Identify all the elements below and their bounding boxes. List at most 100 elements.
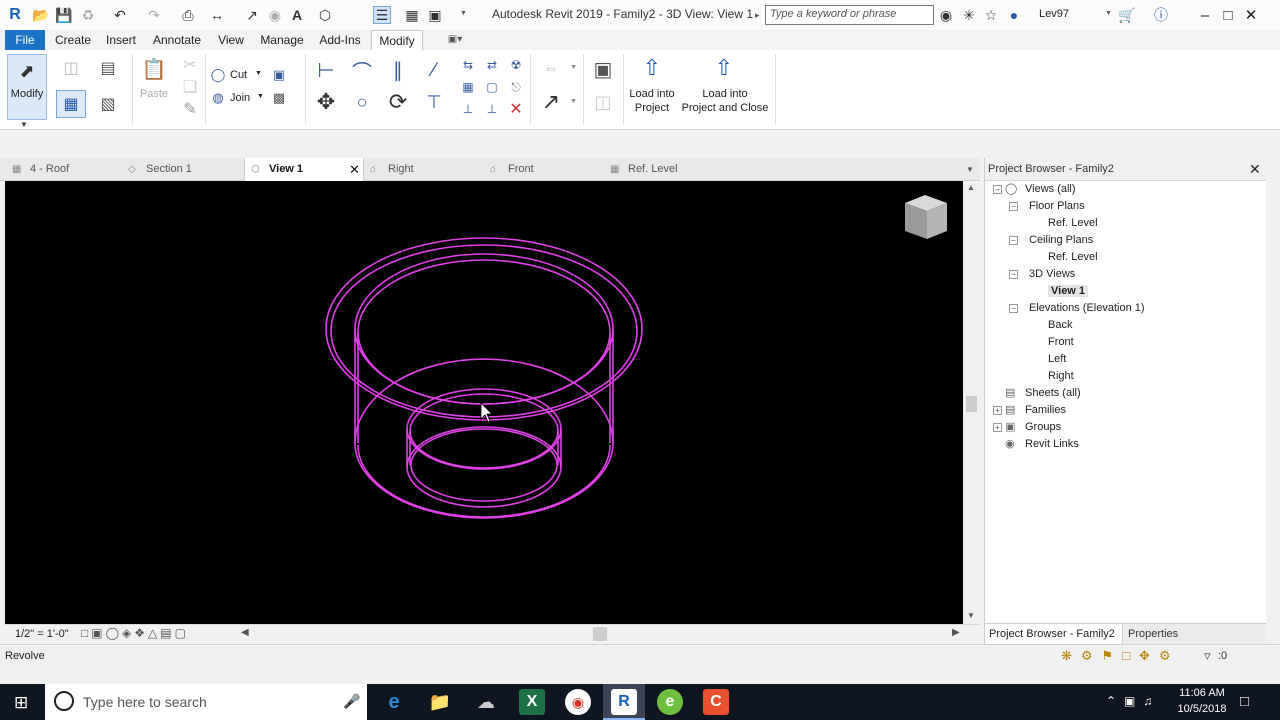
maximize-button[interactable]: □ (1216, 4, 1240, 26)
load-into-project-icon[interactable]: ⇧ (637, 53, 667, 83)
trim-single-icon[interactable]: ⊥ (458, 100, 478, 118)
favorites-star-icon[interactable]: ☆ (982, 6, 1000, 24)
system-tray-icons[interactable]: ⌃▣♫ (1106, 694, 1160, 708)
subscription-icon[interactable]: ✳ (960, 6, 978, 24)
revolve-geometry[interactable] (5, 181, 963, 624)
view-scale[interactable]: 1/2" = 1'-0" (15, 628, 69, 640)
customize-qat-icon[interactable]: ▼ (460, 10, 467, 17)
align-icon[interactable]: ⊢ (312, 56, 340, 84)
load-project-line1[interactable]: Load into (622, 88, 682, 100)
clock-time[interactable]: 11:06 AM (1175, 687, 1229, 699)
save-icon[interactable]: 💾 (55, 6, 73, 24)
tree-item[interactable]: View 1 (1048, 285, 1089, 297)
redo-icon[interactable]: ↷ (145, 6, 163, 24)
tab-file[interactable]: File (5, 30, 45, 50)
view-dropdown-icon[interactable]: ▼ (570, 64, 577, 71)
copy-element-icon[interactable]: ○ (348, 88, 376, 116)
thin-lines-icon[interactable]: ☰ (373, 6, 391, 24)
expand-search-icon[interactable]: ▸ (755, 10, 760, 21)
tree-item[interactable]: Views (all) (1025, 183, 1076, 195)
selection-filter-icons[interactable]: ❋⚙⚑□✥⚙ (1061, 648, 1180, 664)
ribbon-toggle-icon[interactable]: ▣▾ (440, 30, 470, 50)
tree-item[interactable]: 3D Views (1029, 268, 1075, 280)
tree-item[interactable]: Sheets (all) (1025, 387, 1081, 399)
chrome-icon[interactable]: ◉ (565, 689, 591, 715)
split-face-icon[interactable]: ▩ (271, 90, 287, 106)
tree-toggle-icon[interactable]: + (993, 406, 1002, 415)
3d-view-icon[interactable]: ⬡ (316, 6, 334, 24)
orange-app-icon[interactable]: C (703, 689, 729, 715)
measure-dropdown-icon[interactable]: ▼ (570, 98, 577, 105)
tree-item[interactable]: Groups (1025, 421, 1061, 433)
canvas-vertical-scrollbar[interactable]: ▲ ▼ (963, 181, 980, 624)
match-type-icon[interactable]: ✎ (181, 100, 199, 118)
tree-toggle-icon[interactable]: − (993, 185, 1002, 194)
paste-icon[interactable]: 📋 (140, 54, 168, 84)
windows-start-icon[interactable]: ⊞ (14, 693, 28, 713)
load-project-line2[interactable]: Project (622, 102, 682, 114)
tree-item[interactable]: Back (1048, 319, 1072, 331)
measure-icon[interactable]: ↔ (208, 6, 226, 24)
tab-close-icon[interactable]: ✕ (349, 158, 360, 181)
load-close-line1[interactable]: Load into (680, 88, 770, 100)
binoculars-icon[interactable]: ◉ (937, 6, 955, 24)
view-controls-icons[interactable]: □▣◯◈❖△▤▢ (81, 626, 189, 640)
tab-annotate[interactable]: Annotate (147, 30, 207, 50)
split-element-icon[interactable]: ⇆ (458, 56, 478, 74)
family-types-icon[interactable]: ▤ (93, 55, 123, 81)
undo-icon[interactable]: ↶ (111, 6, 129, 24)
clock-date[interactable]: 10/5/2018 (1175, 703, 1229, 715)
tree-toggle-icon[interactable]: − (1009, 270, 1018, 279)
tree-item[interactable]: Front (1048, 336, 1074, 348)
pin-icon[interactable]: ⎋ (506, 78, 526, 96)
revit-taskbar-icon[interactable]: R (611, 689, 637, 715)
tree-toggle-icon[interactable]: + (993, 423, 1002, 432)
tree-toggle-icon[interactable]: − (1009, 304, 1018, 313)
tab-properties[interactable]: Properties (1128, 624, 1178, 644)
tab-view[interactable]: View (212, 30, 250, 50)
hscroll-left-icon[interactable]: ◀ (241, 627, 249, 638)
tab-list-dropdown-icon[interactable]: ▼ (966, 158, 978, 181)
close-hidden-icon[interactable]: ▦ (403, 6, 421, 24)
filter-icon[interactable]: ▿ (1204, 648, 1211, 664)
user-icon[interactable]: ● (1005, 6, 1023, 24)
excel-icon[interactable]: X (519, 689, 545, 715)
modify-button[interactable]: ⬈ (7, 54, 47, 120)
geometry-cope-icon[interactable]: ▣ (271, 67, 287, 83)
tree-item[interactable]: Elevations (Elevation 1) (1029, 302, 1145, 314)
create-assembly-icon[interactable]: ◫ (588, 88, 618, 116)
delete-icon[interactable]: ✕ (506, 100, 526, 118)
tab-create[interactable]: Create (50, 30, 96, 50)
tab-view-roof[interactable]: ▦ 4 - Roof (12, 158, 124, 181)
join-dropdown-icon[interactable]: ▼ (257, 93, 264, 100)
open-icon[interactable]: 📂 (32, 6, 50, 24)
family-params-icon[interactable]: ▧ (93, 90, 123, 118)
trim-multiple-icon[interactable]: ⊥ (482, 100, 502, 118)
scroll-up-icon[interactable]: ▲ (967, 183, 975, 192)
select-dropdown-icon[interactable]: ▼ (20, 120, 28, 129)
tree-item[interactable]: Families (1025, 404, 1066, 416)
search-input[interactable]: Type a keyword or phrase (765, 5, 934, 25)
close-button[interactable]: ✕ (1239, 4, 1263, 26)
view-range-icon[interactable]: ⇔ (536, 60, 566, 78)
tree-item[interactable]: Ref. Level (1048, 217, 1098, 229)
join-label[interactable]: Join (230, 92, 250, 104)
tree-toggle-icon[interactable]: − (1009, 202, 1018, 211)
measure-tool-icon[interactable]: ↗ (536, 88, 566, 116)
load-close-line2[interactable]: Project and Close (680, 102, 770, 114)
tree-item[interactable]: Revit Links (1025, 438, 1079, 450)
print-icon[interactable]: ⎙ (179, 6, 197, 24)
minimize-button[interactable]: – (1193, 4, 1217, 26)
tab-view-section[interactable]: ◇ Section 1 (128, 158, 240, 181)
switch-windows-icon[interactable]: ▣ (426, 6, 444, 24)
family-category-icon[interactable]: ▦ (56, 90, 86, 118)
tree-item[interactable]: Right (1048, 370, 1074, 382)
cut-scissors-icon[interactable]: ✂ (181, 56, 199, 74)
tree-item[interactable]: Ref. Level (1048, 251, 1098, 263)
edge-browser-icon[interactable]: e (381, 689, 407, 715)
mirror-draw-icon[interactable]: ∕ (420, 56, 448, 84)
dimension-icon[interactable]: ↗ (243, 6, 261, 24)
taskbar-search-box[interactable]: Type here to search 🎤 (45, 684, 367, 720)
viewcube-icon[interactable] (905, 195, 947, 239)
hscroll-thumb[interactable] (593, 627, 607, 641)
